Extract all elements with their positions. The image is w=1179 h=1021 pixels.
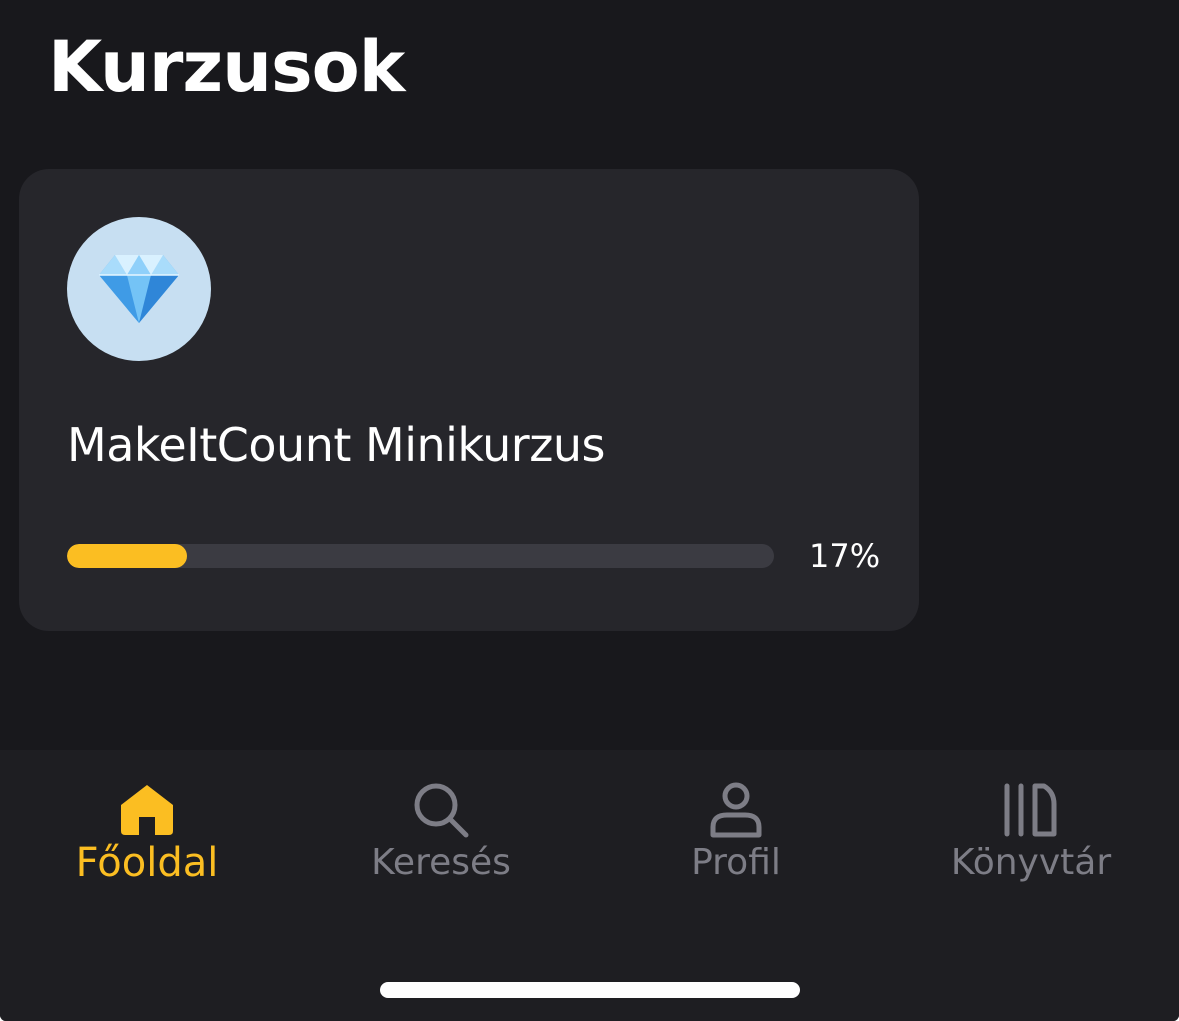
search-icon [408, 780, 474, 840]
course-title: MakeItCount Minikurzus [67, 418, 605, 472]
tab-search[interactable]: Keresés [294, 750, 588, 900]
course-progress-fill [67, 544, 188, 568]
page-title: Kurzusok [48, 26, 405, 108]
tab-label-home: Főoldal [75, 840, 219, 886]
tab-label-search: Keresés [371, 842, 511, 883]
course-progress-label: 17% [809, 537, 881, 575]
course-card[interactable]: MakeItCount Minikurzus 17% [19, 169, 919, 631]
tab-label-profile: Profil [691, 842, 781, 883]
home-indicator[interactable] [380, 982, 800, 998]
library-icon [998, 780, 1064, 840]
gem-icon [97, 253, 181, 325]
tab-bar: Főoldal Keresés Profil Könyvtár [0, 750, 1179, 1021]
home-icon [114, 780, 180, 840]
app-screen: Kurzusok MakeItCount Minikurzus 17% Főol… [0, 0, 1179, 1021]
tab-label-library: Könyvtár [950, 842, 1112, 883]
course-avatar [67, 217, 211, 361]
tab-profile[interactable]: Profil [589, 750, 883, 900]
course-progress-bar [67, 544, 774, 568]
tab-home[interactable]: Főoldal [0, 750, 294, 900]
tab-library[interactable]: Könyvtár [884, 750, 1178, 900]
person-icon [703, 780, 769, 840]
